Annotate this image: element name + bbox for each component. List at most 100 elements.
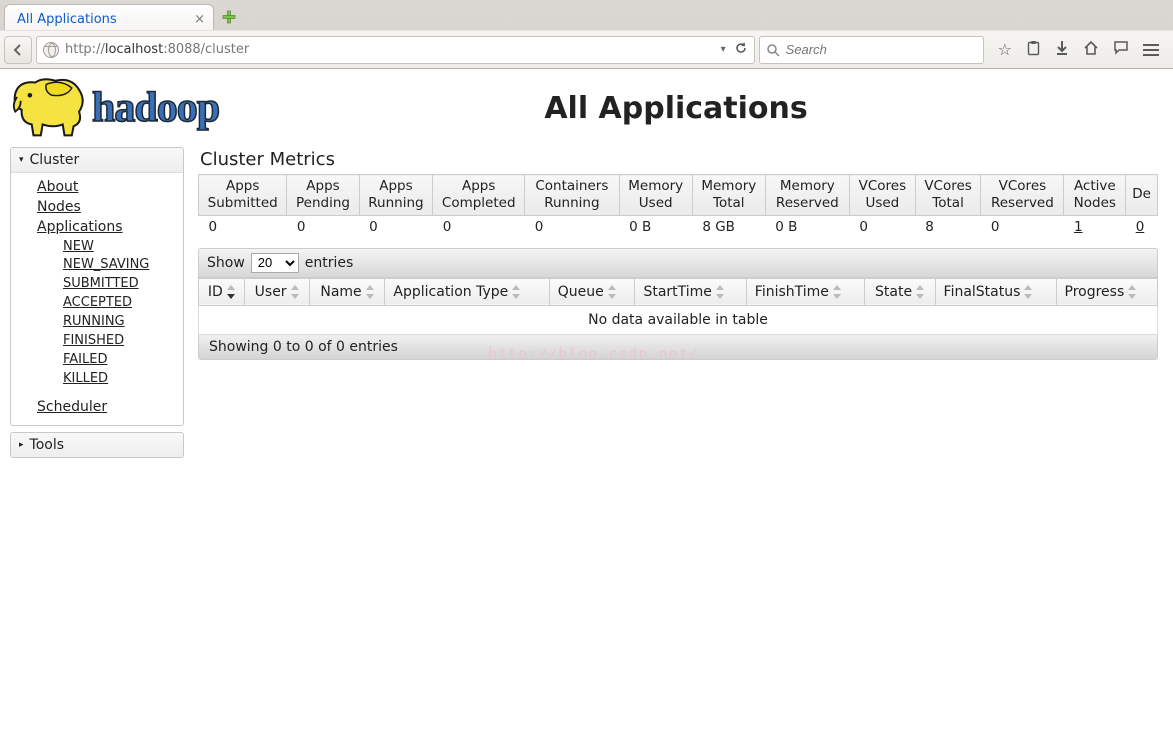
chat-icon[interactable] (1113, 40, 1129, 59)
apps-column-header[interactable]: Queue (549, 278, 635, 305)
download-icon[interactable] (1055, 40, 1069, 60)
metrics-link[interactable]: 1 (1074, 219, 1083, 235)
metrics-header: VCores Total (915, 175, 981, 216)
metrics-cell: 0 (981, 215, 1064, 238)
apps-column-header[interactable]: ID (199, 278, 245, 305)
metrics-cell: 0 B (765, 215, 849, 238)
sidebar-link-applications[interactable]: Applications (37, 217, 183, 237)
menu-icon[interactable] (1143, 44, 1159, 56)
metrics-header: Memory Used (619, 175, 692, 216)
sidebar-appstate-failed[interactable]: FAILED (63, 351, 183, 370)
sort-icon (366, 285, 374, 299)
metrics-cell: 0 B (619, 215, 692, 238)
cluster-metrics-table: Apps SubmittedApps PendingApps RunningAp… (198, 174, 1158, 238)
sidebar-appstate-killed[interactable]: KILLED (63, 370, 183, 389)
metrics-header: Apps Submitted (199, 175, 287, 216)
home-icon[interactable] (1083, 40, 1099, 60)
sidebar-heading-cluster[interactable]: ▾ Cluster (11, 148, 183, 173)
metrics-header: Containers Running (525, 175, 619, 216)
new-tab-button[interactable] (220, 8, 238, 26)
sidebar-appstate-new_saving[interactable]: NEW_SAVING (63, 256, 183, 275)
metrics-header: Apps Completed (433, 175, 525, 216)
metrics-header: De (1126, 175, 1158, 216)
apps-column-header[interactable]: Application Type (385, 278, 549, 305)
metrics-header-row: Apps SubmittedApps PendingApps RunningAp… (199, 175, 1158, 216)
apps-column-header[interactable]: Name (309, 278, 385, 305)
metrics-cell: 0 (359, 215, 433, 238)
tab-title: All Applications (17, 12, 117, 27)
chevron-down-icon: ▾ (19, 155, 24, 165)
entries-label: entries (305, 255, 354, 271)
cluster-metrics-heading: Cluster Metrics (200, 149, 1173, 170)
applications-table: IDUserNameApplication TypeQueueStartTime… (198, 278, 1158, 335)
metrics-header: Apps Running (359, 175, 433, 216)
sort-icon (716, 285, 724, 299)
url-text: http://localhost:8088/cluster (65, 42, 715, 57)
apps-column-header[interactable]: FinishTime (746, 278, 864, 305)
sidebar-appstate-new[interactable]: NEW (63, 238, 183, 257)
sidebar-link-scheduler[interactable]: Scheduler (37, 397, 183, 417)
metrics-cell: 1 (1064, 215, 1126, 238)
apps-column-header[interactable]: User (244, 278, 309, 305)
show-label: Show (207, 255, 245, 271)
metrics-cell: 8 (915, 215, 981, 238)
sidebar-appstate-finished[interactable]: FINISHED (63, 332, 183, 351)
clipboard-icon[interactable] (1026, 40, 1041, 60)
apps-header-row: IDUserNameApplication TypeQueueStartTime… (199, 278, 1158, 305)
logo-text: hadoop (92, 84, 219, 132)
sidebar-section-cluster: ▾ Cluster AboutNodesApplicationsNEWNEW_S… (10, 147, 184, 426)
sort-icon (512, 285, 520, 299)
apps-empty-row: No data available in table (199, 305, 1158, 334)
page-size-select[interactable]: 102050100 (251, 253, 299, 273)
datatable-info: Showing 0 to 0 of 0 entries (198, 335, 1158, 360)
sort-icon (227, 285, 235, 299)
sidebar-appstate-accepted[interactable]: ACCEPTED (63, 294, 183, 313)
metrics-header: VCores Used (849, 175, 915, 216)
search-icon (766, 43, 780, 57)
sort-icon (1128, 285, 1136, 299)
sidebar-link-about[interactable]: About (37, 177, 183, 197)
metrics-header: VCores Reserved (981, 175, 1064, 216)
sort-icon (291, 285, 299, 299)
sidebar-appstate-submitted[interactable]: SUBMITTED (63, 275, 183, 294)
apps-column-header[interactable]: Progress (1056, 278, 1157, 305)
datatable-length-control: Show 102050100 entries (198, 248, 1158, 278)
metrics-value-row: 000000 B8 GB0 B08010 (199, 215, 1158, 238)
bookmark-star-icon[interactable]: ☆ (998, 40, 1012, 59)
search-input[interactable] (786, 42, 977, 57)
metrics-cell: 0 (525, 215, 619, 238)
metrics-cell: 8 GB (692, 215, 765, 238)
toolbar-icons: ☆ (988, 40, 1169, 60)
hadoop-logo: hadoop (8, 73, 219, 143)
back-button[interactable] (4, 36, 32, 64)
metrics-cell: 0 (287, 215, 359, 238)
metrics-link[interactable]: 0 (1136, 219, 1145, 235)
apps-column-header[interactable]: StartTime (635, 278, 746, 305)
apps-column-header[interactable]: State (864, 278, 935, 305)
reload-icon[interactable] (734, 41, 748, 59)
search-bar[interactable] (759, 36, 984, 64)
sidebar-link-nodes[interactable]: Nodes (37, 197, 183, 217)
sidebar-heading-tools[interactable]: ▸ Tools (11, 433, 183, 457)
sidebar-appstate-running[interactable]: RUNNING (63, 313, 183, 332)
apps-empty-message: No data available in table (199, 305, 1158, 334)
elephant-icon (8, 73, 90, 143)
page-content: hadoop All Applications ▾ Cluster AboutN… (0, 69, 1173, 464)
sidebar-section-tools: ▸ Tools (10, 432, 184, 458)
url-bar[interactable]: http://localhost:8088/cluster ▾ (36, 36, 755, 64)
browser-tab[interactable]: All Applications × (4, 4, 214, 30)
metrics-cell: 0 (1126, 215, 1158, 238)
metrics-cell: 0 (433, 215, 525, 238)
sidebar-cluster-body: AboutNodesApplicationsNEWNEW_SAVINGSUBMI… (11, 173, 183, 425)
sort-icon (1024, 285, 1032, 299)
dropdown-icon[interactable]: ▾ (721, 44, 726, 55)
sort-icon (608, 285, 616, 299)
metrics-header: Memory Total (692, 175, 765, 216)
apps-column-header[interactable]: FinalStatus (935, 278, 1056, 305)
metrics-cell: 0 (849, 215, 915, 238)
tab-bar: All Applications × (0, 0, 1173, 30)
globe-icon (43, 42, 59, 58)
close-icon[interactable]: × (194, 12, 205, 27)
metrics-header: Memory Reserved (765, 175, 849, 216)
sort-icon (833, 285, 841, 299)
